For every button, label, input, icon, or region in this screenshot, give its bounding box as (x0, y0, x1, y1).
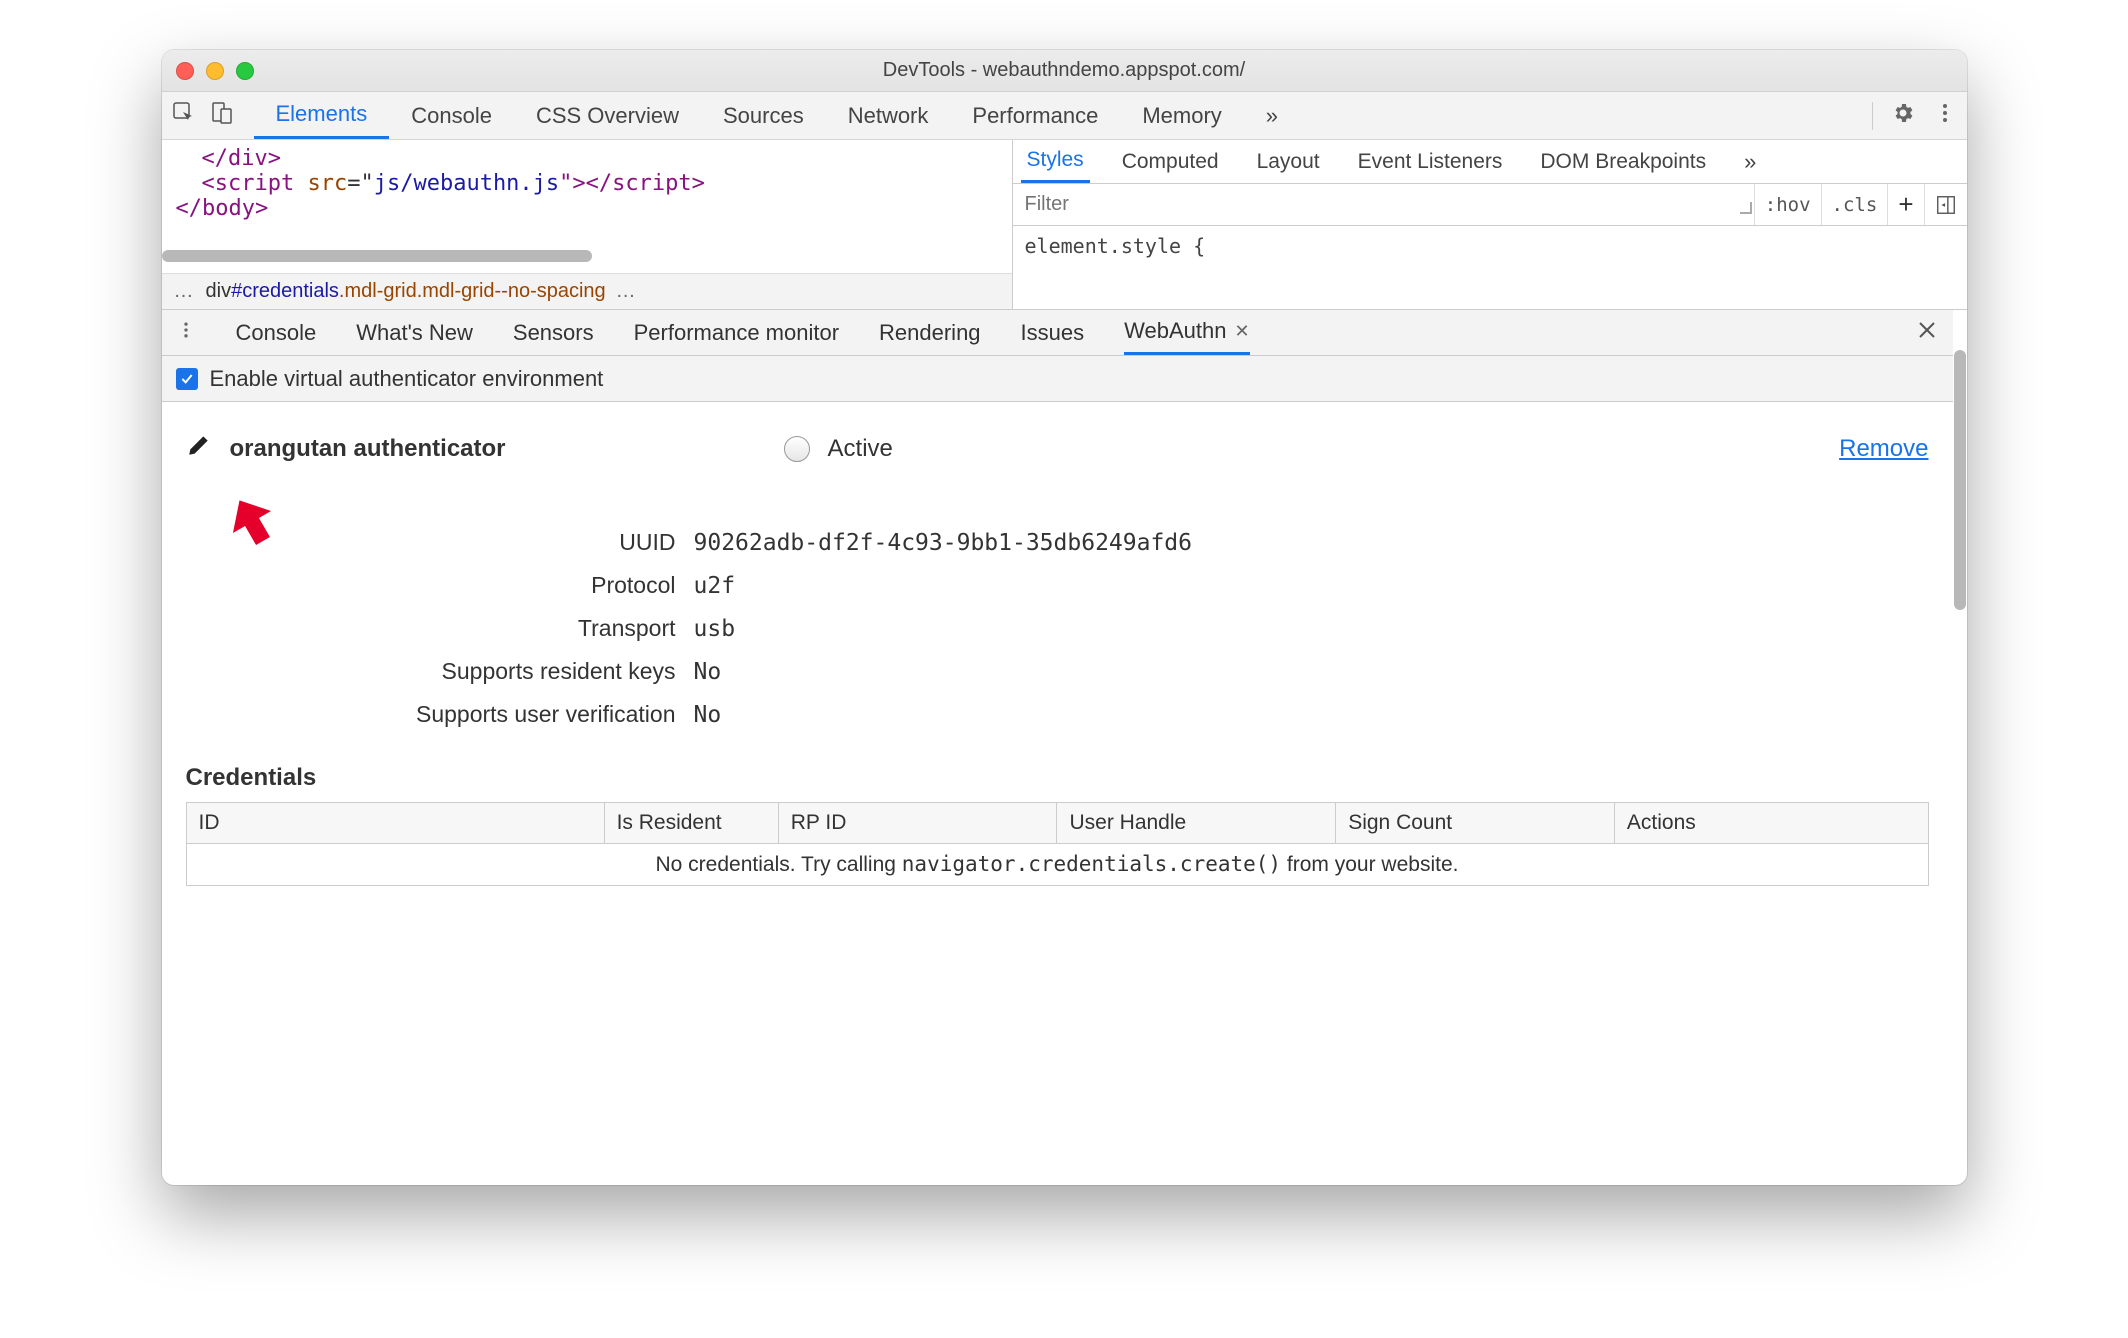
tab-elements[interactable]: Elements (254, 92, 390, 139)
subtabs-overflow-button[interactable]: » (1738, 140, 1762, 183)
enable-virtual-auth-checkbox[interactable] (176, 368, 198, 390)
kebab-menu-icon[interactable] (1933, 101, 1957, 131)
cls-toggle[interactable]: .cls (1821, 184, 1888, 225)
close-tab-icon[interactable]: ✕ (1234, 321, 1249, 342)
subtab-styles[interactable]: Styles (1021, 140, 1090, 183)
drawer-tab-webauthn[interactable]: WebAuthn✕ (1124, 310, 1249, 355)
vertical-scrollbar[interactable] (1953, 310, 1967, 1185)
settings-icon[interactable] (1891, 101, 1915, 131)
drawer-tab-whats-new[interactable]: What's New (356, 310, 473, 355)
code: </ (202, 146, 229, 171)
titlebar: DevTools - webauthndemo.appspot.com/ (162, 50, 1967, 92)
computed-panel-toggle-icon[interactable] (1924, 184, 1967, 225)
prop-value: u2f (694, 573, 736, 599)
edit-name-icon[interactable] (186, 432, 212, 465)
styles-filter-input[interactable] (1013, 193, 1302, 216)
elements-split: </div> <script src="js/webauthn.js"></sc… (162, 140, 1967, 310)
style-rule[interactable]: element.style { (1013, 226, 1967, 266)
new-style-rule-button[interactable]: + (1887, 184, 1923, 225)
empty-text-prefix: No credentials. Try calling (656, 853, 902, 876)
drawer-menu-icon[interactable] (176, 320, 196, 346)
col-rp-id: RP ID (778, 803, 1057, 844)
tab-css-overview[interactable]: CSS Overview (514, 92, 701, 139)
tab-sources[interactable]: Sources (701, 92, 826, 139)
empty-text-code: navigator.credentials.create() (902, 852, 1281, 876)
col-is-resident: Is Resident (604, 803, 778, 844)
devtools-window: DevTools - webauthndemo.appspot.com/ Ele… (162, 50, 1967, 1185)
breadcrumb[interactable]: … div#credentials.mdl-grid.mdl-grid--no-… (162, 273, 1012, 309)
authenticator-name: orangutan authenticator (230, 435, 506, 463)
drawer-tab-console[interactable]: Console (236, 310, 317, 355)
table-header-row: ID Is Resident RP ID User Handle Sign Co… (186, 803, 1928, 844)
main-tabs: Elements Console CSS Overview Sources Ne… (162, 92, 1967, 140)
col-user-handle: User Handle (1057, 803, 1336, 844)
tabs-overflow-button[interactable]: » (1244, 92, 1300, 139)
col-sign-count: Sign Count (1336, 803, 1615, 844)
tab-console[interactable]: Console (389, 92, 514, 139)
device-toggle-icon[interactable] (210, 101, 234, 131)
subtab-computed[interactable]: Computed (1116, 140, 1225, 183)
credentials-heading: Credentials (186, 764, 1929, 792)
remove-authenticator-link[interactable]: Remove (1839, 435, 1928, 463)
table-empty-row: No credentials. Try calling navigator.cr… (186, 844, 1928, 886)
enable-virtual-auth-row: Enable virtual authenticator environment (162, 356, 1953, 402)
drawer-tab-performance-monitor[interactable]: Performance monitor (634, 310, 839, 355)
tab-performance[interactable]: Performance (950, 92, 1120, 139)
subtab-layout[interactable]: Layout (1251, 140, 1326, 183)
hov-toggle[interactable]: :hov (1754, 184, 1821, 225)
active-label: Active (828, 435, 893, 463)
close-drawer-icon[interactable] (1915, 318, 1939, 348)
drawer-tabs: Console What's New Sensors Performance m… (162, 310, 1953, 356)
tab-network[interactable]: Network (826, 92, 951, 139)
col-actions: Actions (1614, 803, 1928, 844)
styles-pane: Styles Computed Layout Event Listeners D… (1012, 140, 1967, 309)
prop-key: Protocol (186, 572, 676, 599)
window-title: DevTools - webauthndemo.appspot.com/ (162, 59, 1967, 82)
prop-key: Supports resident keys (186, 658, 676, 685)
subtab-event-listeners[interactable]: Event Listeners (1352, 140, 1509, 183)
col-id: ID (186, 803, 604, 844)
prop-key: Transport (186, 615, 676, 642)
enable-virtual-auth-label: Enable virtual authenticator environment (210, 366, 604, 392)
drawer-tab-issues[interactable]: Issues (1021, 310, 1085, 355)
authenticator-properties: UUID90262adb-df2f-4c93-9bb1-35db6249afd6… (186, 521, 1929, 736)
prop-key: Supports user verification (186, 701, 676, 728)
subtab-dom-breakpoints[interactable]: DOM Breakpoints (1534, 140, 1712, 183)
inspect-icon[interactable] (172, 101, 196, 131)
prop-value: 90262adb-df2f-4c93-9bb1-35db6249afd6 (694, 530, 1193, 556)
drawer-tab-rendering[interactable]: Rendering (879, 310, 981, 355)
tab-memory[interactable]: Memory (1120, 92, 1243, 139)
dom-tree[interactable]: </div> <script src="js/webauthn.js"></sc… (162, 140, 1012, 309)
authenticator-panel: orangutan authenticator Active Remove UU… (162, 402, 1953, 1185)
active-radio[interactable] (784, 436, 810, 462)
empty-text-suffix: from your website. (1281, 853, 1458, 876)
drawer-tab-sensors[interactable]: Sensors (513, 310, 594, 355)
prop-value: No (694, 659, 722, 685)
horizontal-scrollbar[interactable] (162, 250, 1012, 264)
credentials-table: ID Is Resident RP ID User Handle Sign Co… (186, 802, 1929, 886)
annotation-arrow-icon (222, 492, 282, 558)
prop-value: usb (694, 616, 736, 642)
prop-value: No (694, 702, 722, 728)
